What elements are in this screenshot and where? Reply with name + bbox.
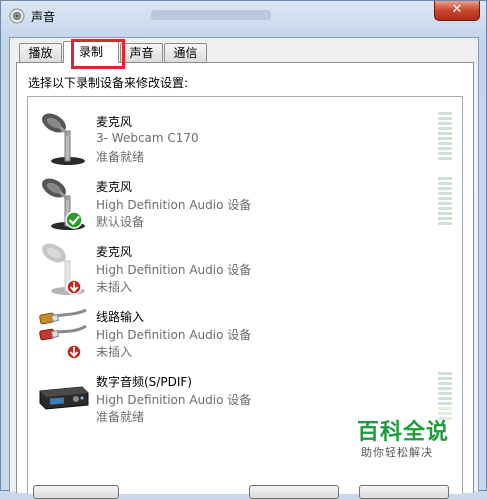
- device-name: 数字音频(S/PDIF): [96, 375, 192, 389]
- device-status: 准备就绪: [96, 410, 145, 424]
- configure-button[interactable]: [33, 485, 119, 499]
- unplugged-icon: [66, 344, 82, 360]
- microphone-icon: [42, 113, 85, 165]
- window-title: 声音: [31, 10, 56, 24]
- meter-bar: [438, 202, 452, 205]
- watermark-logo: 百科全说 助你轻松解决: [349, 406, 459, 466]
- watermark-sub-text: 助你轻松解决: [361, 446, 433, 459]
- device-description: High Definition Audio 设备: [96, 328, 252, 342]
- set-default-button[interactable]: [249, 485, 339, 499]
- meter-bar: [438, 187, 452, 190]
- meter-bar: [438, 382, 452, 385]
- meter-bar: [438, 372, 452, 375]
- device-status: 默认设备: [96, 215, 145, 229]
- list-item[interactable]: 麦克风 High Definition Audio 设备 未插入: [28, 237, 462, 302]
- meter-bar: [438, 147, 452, 150]
- tab-sounds[interactable]: 声音: [120, 43, 163, 62]
- meter-bar: [438, 112, 452, 115]
- meter-bar: [438, 217, 452, 220]
- meter-bar: [438, 392, 452, 395]
- title-bar[interactable]: 声音 ✕: [1, 1, 486, 29]
- meter-bar: [438, 132, 452, 135]
- meter-bar: [438, 137, 452, 140]
- properties-button[interactable]: [359, 485, 449, 499]
- device-name: 线路输入: [96, 310, 145, 324]
- tab-recording[interactable]: 录制: [63, 41, 119, 63]
- meter-bar: [438, 177, 452, 180]
- meter-bar: [438, 222, 452, 225]
- meter-bar: [438, 402, 452, 405]
- device-description: High Definition Audio 设备: [96, 198, 252, 212]
- meter-bar: [438, 397, 452, 400]
- meter-bar: [438, 212, 452, 215]
- sound-dialog-window: 声音 ✕ 播放 录制 声音 通信 选择以下录制设备来修改设置: 麦克风 3- W…: [0, 0, 487, 499]
- default-check-icon: [65, 211, 83, 229]
- meter-bar: [438, 387, 452, 390]
- device-name: 麦克风: [96, 115, 133, 129]
- tab-playback[interactable]: 播放: [19, 43, 62, 62]
- meter-bar: [438, 127, 452, 130]
- level-meter: [438, 177, 452, 229]
- list-item[interactable]: 麦克风 3- Webcam C170 准备就绪: [28, 107, 462, 172]
- digital-audio-device-icon: [39, 386, 89, 410]
- meter-bar: [438, 157, 452, 160]
- meter-bar: [438, 197, 452, 200]
- list-item[interactable]: 线路输入 High Definition Audio 设备 未插入: [28, 302, 462, 367]
- device-description: High Definition Audio 设备: [96, 393, 252, 407]
- close-button[interactable]: ✕: [434, 1, 480, 21]
- level-meter: [438, 112, 452, 164]
- blurred-title-area: [151, 10, 271, 20]
- meter-bar: [438, 182, 452, 185]
- device-description: High Definition Audio 设备: [96, 263, 252, 277]
- meter-bar: [438, 142, 452, 145]
- device-description: 3- Webcam C170: [96, 131, 199, 145]
- watermark-main-text: 百科全说: [357, 420, 450, 445]
- device-status: 未插入: [96, 280, 133, 294]
- meter-bar: [438, 152, 452, 155]
- speaker-icon: [9, 8, 25, 24]
- device-status: 未插入: [96, 345, 133, 359]
- meter-bar: [438, 377, 452, 380]
- microphone-icon: [42, 178, 85, 230]
- instruction-text: 选择以下录制设备来修改设置:: [28, 76, 189, 90]
- meter-bar: [438, 207, 452, 210]
- meter-bar: [438, 122, 452, 125]
- device-status: 准备就绪: [96, 150, 145, 164]
- list-item[interactable]: 麦克风 High Definition Audio 设备 默认设备: [28, 172, 462, 237]
- meter-bar: [438, 192, 452, 195]
- device-name: 麦克风: [96, 180, 133, 194]
- device-name: 麦克风: [96, 245, 133, 259]
- tab-communications[interactable]: 通信: [164, 43, 207, 62]
- unplugged-icon: [66, 279, 82, 295]
- meter-bar: [438, 117, 452, 120]
